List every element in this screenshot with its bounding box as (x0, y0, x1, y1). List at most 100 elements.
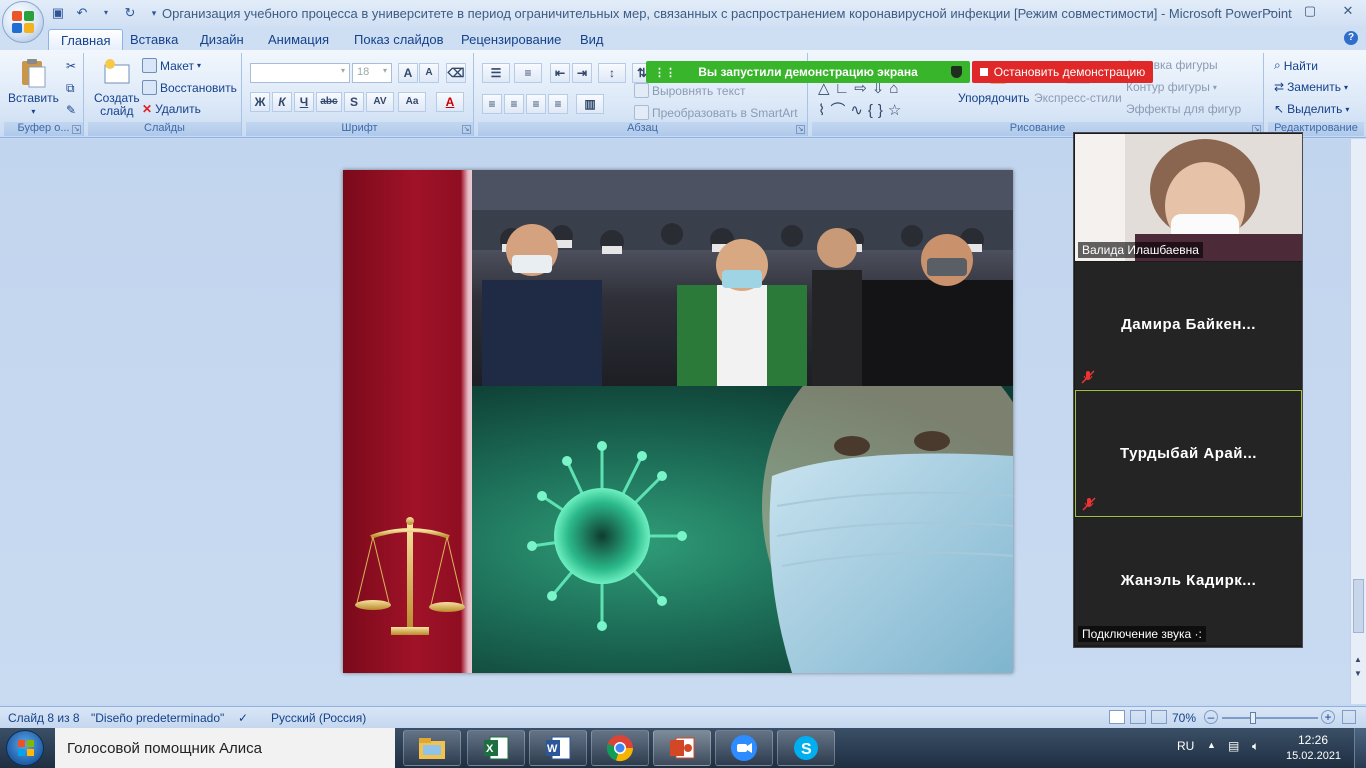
align-center-icon[interactable]: ≡ (504, 94, 524, 114)
start-button[interactable] (6, 730, 44, 766)
zoom-in-icon[interactable]: + (1321, 710, 1335, 724)
delete-slide-button[interactable]: ✕ Удалить (142, 102, 201, 116)
justify-icon[interactable]: ≡ (548, 94, 568, 114)
zoom-level[interactable]: 70% (1172, 711, 1196, 725)
powerpoint-taskbar-button[interactable] (653, 730, 711, 766)
vertical-scrollbar[interactable]: ▲ ▼ (1350, 139, 1366, 704)
clipboard-launcher-icon[interactable]: ↘ (72, 125, 81, 134)
redo-icon[interactable]: ↻ (122, 5, 138, 21)
participant-tile-active[interactable]: Турдыбай Арай... (1075, 390, 1302, 517)
participant-tile[interactable]: Жанэль Кадирк... Подключение звука ·: (1075, 518, 1302, 645)
word-taskbar-button[interactable]: W (529, 730, 587, 766)
network-icon[interactable]: ▤ (1228, 739, 1239, 753)
participant-tile[interactable]: Дамира Байкен... (1075, 262, 1302, 389)
new-slide-button[interactable]: Создать слайд (94, 57, 140, 118)
tab-view[interactable]: Вид (568, 29, 616, 50)
tab-insert[interactable]: Вставка (118, 29, 190, 50)
scroll-thumb[interactable] (1353, 579, 1364, 633)
increase-indent-icon[interactable]: ⇥ (572, 63, 592, 83)
participant-tile-video[interactable]: Валида Илашбаевна (1075, 134, 1302, 261)
maximize-icon[interactable]: ▢ (1302, 3, 1318, 19)
clock-date[interactable]: 15.02.2021 (1286, 750, 1341, 762)
align-left-icon[interactable]: ≡ (482, 94, 502, 114)
minimize-icon[interactable]: – (1264, 3, 1280, 19)
prev-slide-icon[interactable]: ▲ (1354, 655, 1362, 664)
customize-qat-icon[interactable]: ▾ (146, 5, 162, 21)
change-case-button[interactable]: Aa (398, 92, 426, 112)
bold-button[interactable]: Ж (250, 92, 270, 112)
underline-button[interactable]: Ч (294, 92, 314, 112)
chrome-taskbar-button[interactable] (591, 730, 649, 766)
reset-button[interactable]: Восстановить (142, 80, 237, 95)
font-launcher-icon[interactable]: ↘ (462, 125, 471, 134)
screen-share-banner[interactable]: ⋮⋮ Вы запустили демонстрацию экрана (646, 61, 970, 83)
columns-icon[interactable]: ▥ (576, 94, 604, 114)
show-hidden-icons-icon[interactable]: ▲ (1207, 740, 1216, 750)
strikethrough-button[interactable]: abc (316, 92, 342, 112)
slideshow-view-icon[interactable] (1151, 710, 1167, 724)
show-desktop-button[interactable] (1354, 728, 1366, 768)
align-text-button[interactable]: Выровнять текст (634, 83, 745, 98)
cursor-icon: ↖ (1274, 102, 1285, 116)
text-shadow-button[interactable]: S (344, 92, 364, 112)
zoom-out-icon[interactable]: – (1204, 710, 1218, 724)
file-explorer-taskbar-button[interactable] (403, 730, 461, 766)
tab-design[interactable]: Дизайн (188, 29, 256, 50)
undo-dropdown-icon[interactable]: ▾ (98, 5, 114, 21)
paragraph-launcher-icon[interactable]: ↘ (796, 125, 805, 134)
shapes-gallery-row2[interactable]: ⌇⌒∿{}☆ (818, 99, 906, 120)
tab-home[interactable]: Главная (48, 29, 124, 50)
close-icon[interactable]: ✕ (1340, 3, 1356, 19)
char-spacing-button[interactable]: AV (366, 92, 394, 112)
tab-slideshow[interactable]: Показ слайдов (342, 29, 456, 50)
office-button[interactable] (2, 1, 44, 43)
find-button[interactable]: ⌕ Найти (1274, 58, 1318, 73)
keyboard-language[interactable]: RU (1177, 739, 1194, 753)
next-slide-icon[interactable]: ▼ (1354, 669, 1362, 678)
paste-button[interactable]: Вставить ▾ (8, 57, 59, 118)
copy-icon[interactable]: ⧉ (66, 81, 75, 96)
undo-icon[interactable]: ↶ (74, 5, 90, 21)
cut-icon[interactable]: ✂ (66, 59, 76, 73)
excel-taskbar-button[interactable]: X (467, 730, 525, 766)
replace-button[interactable]: ⇄ Заменить ▾ (1274, 80, 1348, 94)
font-size-field[interactable]: 18 ▾ (352, 63, 392, 83)
align-right-icon[interactable]: ≡ (526, 94, 546, 114)
layout-button[interactable]: Макет ▾ (142, 58, 201, 73)
language-indicator[interactable]: Русский (Россия) (271, 711, 366, 725)
clear-format-icon[interactable]: ⌫ (446, 63, 466, 83)
drag-handle-icon[interactable]: ⋮⋮ (654, 66, 676, 79)
grow-font-button[interactable]: A (398, 63, 418, 83)
select-button[interactable]: ↖ Выделить ▾ (1274, 102, 1349, 116)
font-name-field[interactable]: ▾ (250, 63, 350, 83)
zoom-slider-thumb[interactable] (1250, 712, 1256, 724)
font-color-button[interactable]: A (436, 92, 464, 112)
save-icon[interactable]: ▣ (50, 5, 66, 21)
help-icon[interactable]: ? (1344, 31, 1358, 45)
alisa-search-box[interactable]: Голосовой помощник Алиса (55, 728, 436, 768)
bullets-icon[interactable]: ☰ (482, 63, 510, 83)
zoom-icon (731, 735, 757, 761)
theme-name: "Diseño predeterminado" (91, 711, 225, 725)
zoom-slider[interactable] (1222, 717, 1318, 719)
slide-sorter-icon[interactable] (1130, 710, 1146, 724)
shape-effects-button[interactable]: Эффекты для фигур (1126, 102, 1241, 116)
zoom-taskbar-button[interactable] (715, 730, 773, 766)
clock-time[interactable]: 12:26 (1298, 733, 1328, 747)
shrink-font-button[interactable]: A (419, 63, 439, 83)
format-painter-icon[interactable]: ✎ (66, 103, 76, 117)
skype-taskbar-button[interactable]: S (777, 730, 835, 766)
stop-share-button[interactable]: Остановить демонстрацию (972, 61, 1153, 83)
smartart-button[interactable]: Преобразовать в SmartArt (634, 105, 798, 120)
normal-view-icon[interactable] (1109, 710, 1125, 724)
decrease-indent-icon[interactable]: ⇤ (550, 63, 570, 83)
numbering-icon[interactable]: ≡ (514, 63, 542, 83)
line-spacing-icon[interactable]: ↕ (598, 63, 626, 83)
spellcheck-icon[interactable]: ✓ (238, 711, 248, 725)
volume-icon[interactable]: 🔈︎ (1252, 739, 1259, 754)
tab-review[interactable]: Рецензирование (449, 29, 573, 50)
italic-button[interactable]: К (272, 92, 292, 112)
tab-animation[interactable]: Анимация (256, 29, 341, 50)
current-slide[interactable] (343, 170, 1013, 673)
fit-to-window-icon[interactable] (1342, 710, 1356, 724)
